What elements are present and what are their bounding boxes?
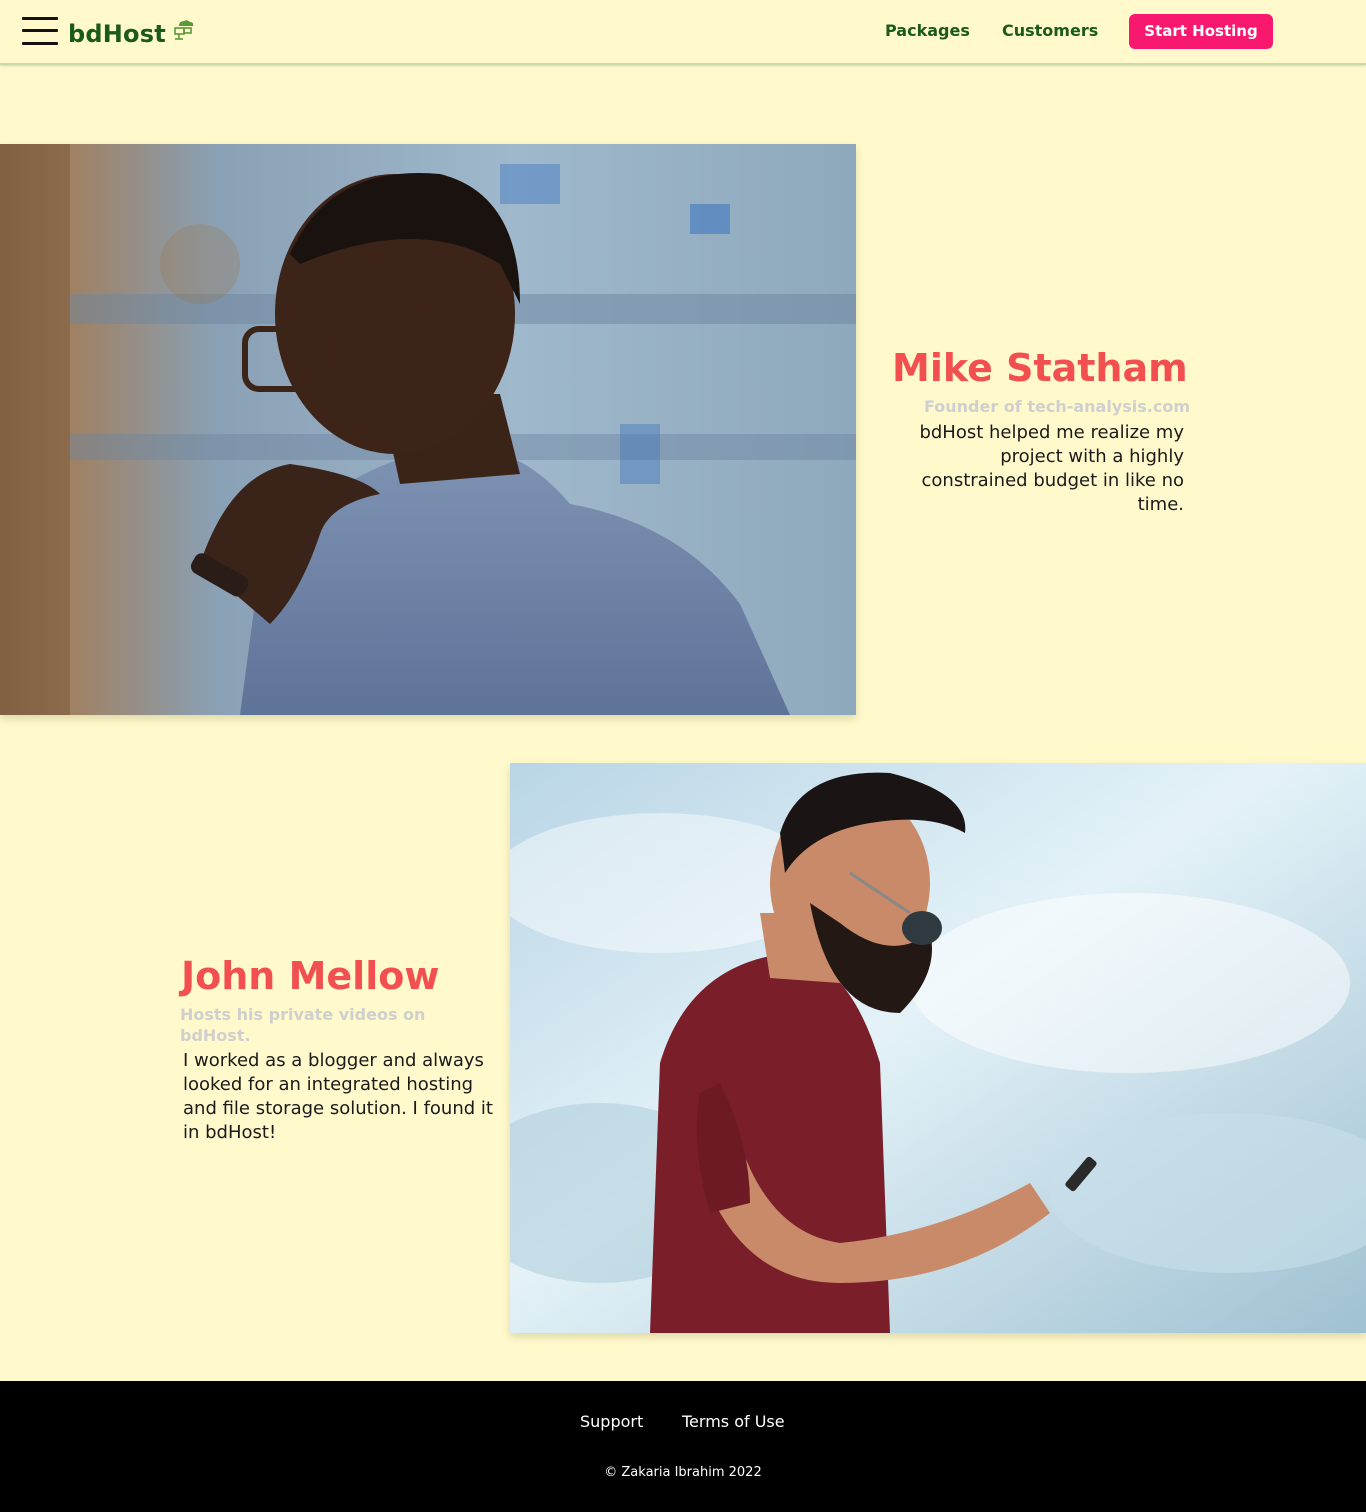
brand-name: bdHost xyxy=(68,20,166,48)
testimonial-photo-mike xyxy=(0,144,856,715)
brand-logo[interactable]: bdHost xyxy=(68,19,195,49)
nav-packages-link[interactable]: Packages xyxy=(885,21,970,41)
testimonial-name: John Mellow xyxy=(181,954,440,998)
testimonial-quote: bdHost helped me realize my project with… xyxy=(919,422,1184,515)
site-footer: Support Terms of Use © Zakaria Ibrahim 2… xyxy=(0,1381,1366,1512)
testimonial-photo-john xyxy=(510,763,1366,1333)
support-link[interactable]: Support xyxy=(580,1412,643,1432)
nav-customers-link[interactable]: Customers xyxy=(1002,21,1098,41)
testimonial-quote: I worked as a blogger and always looked … xyxy=(183,1050,493,1143)
testimonial-name: Mike Statham xyxy=(892,346,1188,390)
start-hosting-button[interactable]: Start Hosting xyxy=(1129,14,1273,49)
site-header: bdHost Packages Customers Start Hosting xyxy=(0,0,1366,65)
cloud-server-icon xyxy=(173,18,195,42)
testimonial-role: Hosts his private videos on bdHost. xyxy=(180,1005,426,1045)
terms-of-use-link[interactable]: Terms of Use xyxy=(682,1412,785,1432)
testimonial-role: Founder of tech-analysis.com xyxy=(923,397,1190,416)
menu-icon[interactable] xyxy=(22,17,58,45)
copyright-text: © Zakaria Ibrahim 2022 xyxy=(604,1465,762,1480)
